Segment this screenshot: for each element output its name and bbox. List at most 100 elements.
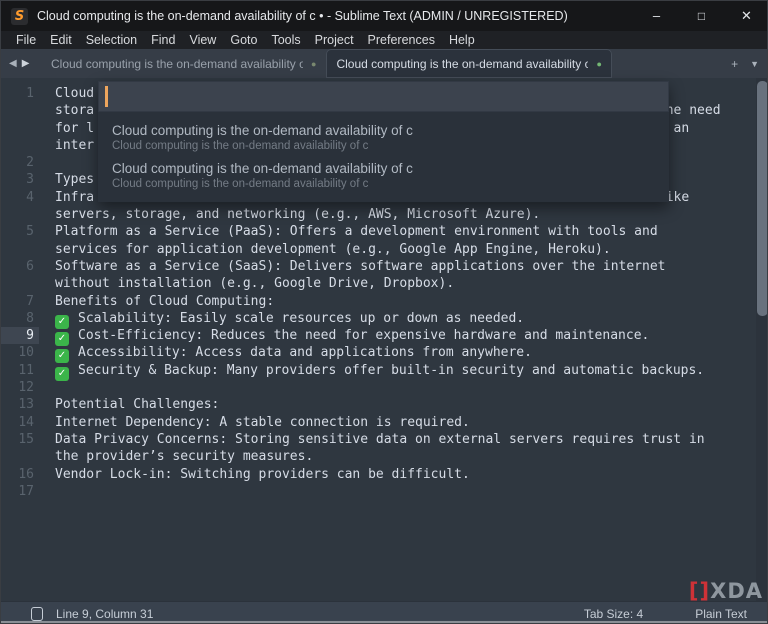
line-number: 6 [26,258,34,274]
line-number: 17 [18,483,34,499]
tab-scroll-arrows: ◀ ▶ [9,49,29,78]
window-bottom-edge [1,621,767,623]
title-bar: S Cloud computing is the on-demand avail… [1,1,767,31]
xda-bracket-icon: [] [688,579,711,603]
line-text-fragment: ne need [665,103,721,119]
quick-panel-list: Cloud computing is the on-demand availab… [98,112,669,202]
scrollbar-thumb[interactable] [757,81,767,316]
line-text: Data Privacy Concerns: Storing sensitive… [55,431,705,447]
menu-item-file[interactable]: File [9,31,43,49]
editor-row[interactable]: servers, storage, and networking (e.g., … [1,206,767,223]
line-text: Cloud [55,86,95,101]
sublime-logo-icon: S [11,7,28,25]
line-number: 13 [18,397,34,413]
xda-text: XDA [710,579,763,603]
tab-label: Cloud computing is the on-demand availab… [336,56,589,71]
line-number: 12 [18,380,34,396]
editor-row-line-7[interactable]: 7 Benefits of Cloud Computing: [1,293,767,310]
sublime-text-window: S Cloud computing is the on-demand avail… [0,0,768,624]
line-number: 2 [26,155,34,171]
menu-item-preferences[interactable]: Preferences [361,31,442,49]
window-title: Cloud computing is the on-demand availab… [37,9,568,23]
editor-row-line-9[interactable]: 9 ✓ Cost-Efficiency: Reduces the need for … [1,327,767,347]
line-text: Infra [55,189,95,205]
quick-panel-item-title: Cloud computing is the on-demand availab… [112,123,413,138]
line-text: stora [55,103,95,119]
close-icon[interactable]: ✕ [724,1,767,31]
quick-panel-item-2[interactable]: Cloud computing is the on-demand availab… [98,156,669,194]
editor-row-line-8[interactable]: 8 ✓ Scalability: Easily scale resources up… [1,310,767,329]
menu-item-project[interactable]: Project [308,31,361,49]
line-text: Benefits of Cloud Computing: [55,293,275,309]
editor-row-line-17[interactable]: 17 [1,483,767,500]
new-tab-icon[interactable]: + [731,57,738,71]
editor-row-line-13[interactable]: 13 Potential Challenges: [1,396,767,413]
line-number: 8 [26,310,34,326]
quick-panel-input[interactable] [98,81,669,112]
menu-bar: File Edit Selection Find View Goto Tools Projec… [1,31,767,49]
line-text: Platform as a Service (PaaS): Offers a d… [55,224,658,240]
line-text: without installation (e.g., Google Drive… [55,276,455,292]
editor-row[interactable]: the provider’s security measures. [1,448,767,465]
line-text: inter [55,137,95,153]
modified-dot-icon: ● [596,58,602,69]
editor-row-line-16[interactable]: 16 Vendor Lock-in: Switching providers ca… [1,466,767,483]
editor-area[interactable]: 1 Cloud stora ne need for l th an inter 2 3 Types… [1,78,767,603]
quick-switch-panel: Cloud computing is the on-demand availab… [98,81,669,202]
menu-item-edit[interactable]: Edit [43,31,79,49]
editor-row-line-11[interactable]: 11 ✓ Security & Backup: Many providers off… [1,362,767,381]
line-number: 9 [26,328,34,344]
tab-size-indicator[interactable]: Tab Size: 4 [584,607,643,621]
quick-panel-item-subtitle: Cloud computing is the on-demand availab… [112,178,369,190]
maximize-icon[interactable]: □ [679,1,724,31]
line-text: for l [55,120,95,136]
editor-row-line-14[interactable]: 14 Internet Dependency: A stable connecti… [1,414,767,431]
editor-row[interactable]: services for application development (e.… [1,241,767,258]
line-number: 11 [18,362,34,378]
tab-bar-actions: + ▼ [731,49,759,78]
tab-overflow-icon[interactable]: ▼ [750,59,759,69]
editor-row-line-5[interactable]: 5 Platform as a Service (PaaS): Offers a … [1,223,767,240]
line-text: the provider’s security measures. [55,449,314,465]
line-number: 5 [26,224,34,240]
tab-scroll-right-icon[interactable]: ▶ [22,58,30,69]
menu-item-goto[interactable]: Goto [223,31,264,49]
editor-row[interactable]: without installation (e.g., Google Drive… [1,275,767,292]
line-number: 7 [26,293,34,309]
menu-item-tools[interactable]: Tools [264,31,307,49]
line-number: 1 [26,86,34,101]
quick-panel-item-subtitle: Cloud computing is the on-demand availab… [112,140,369,152]
tab-label: Cloud computing is the on-demand availab… [51,56,303,71]
window-controls: – □ ✕ [634,1,767,31]
editor-row-line-6[interactable]: 6 Software as a Service (SaaS): Delivers … [1,258,767,275]
editor-row-line-15[interactable]: 15 Data Privacy Concerns: Storing sensiti… [1,431,767,448]
line-text: ✓ Security & Backup: Many providers offer… [55,362,704,381]
editor-row-line-10[interactable]: 10 ✓ Accessibility: Access data and applic… [1,344,767,364]
line-number: 4 [26,189,34,205]
tab-scroll-left-icon[interactable]: ◀ [9,58,17,69]
menu-item-find[interactable]: Find [144,31,182,49]
line-text: Software as a Service (SaaS): Delivers s… [55,258,666,274]
line-number: 14 [18,414,34,430]
tabs: Cloud computing is the on-demand availab… [41,49,612,78]
quick-panel-item-1[interactable]: Cloud computing is the on-demand availab… [98,118,669,156]
menu-item-help[interactable]: Help [442,31,482,49]
line-number: 15 [18,431,34,447]
line-number: 3 [26,172,34,188]
menu-item-view[interactable]: View [182,31,223,49]
menu-item-selection[interactable]: Selection [79,31,144,49]
minimize-icon[interactable]: – [634,1,679,31]
tab-1[interactable]: Cloud computing is the on-demand availab… [41,49,326,78]
line-number: 10 [18,345,34,361]
syntax-indicator[interactable]: Plain Text [695,607,747,621]
line-text: ✓ Accessibility: Access data and applicat… [55,344,532,364]
line-column-indicator: Line 9, Column 31 [56,606,154,621]
line-text: servers, storage, and networking (e.g., … [55,207,541,223]
editor-row-line-12[interactable]: 12 [1,379,767,396]
quick-panel-item-title: Cloud computing is the on-demand availab… [112,161,413,176]
line-text: ✓ Cost-Efficiency: Reduces the need for e… [55,327,649,347]
line-text: services for application development (e.… [55,241,611,257]
line-text: Internet Dependency: A stable connection… [55,414,470,430]
tab-2[interactable]: Cloud computing is the on-demand availab… [326,49,612,78]
vertical-scrollbar[interactable] [756,78,767,601]
